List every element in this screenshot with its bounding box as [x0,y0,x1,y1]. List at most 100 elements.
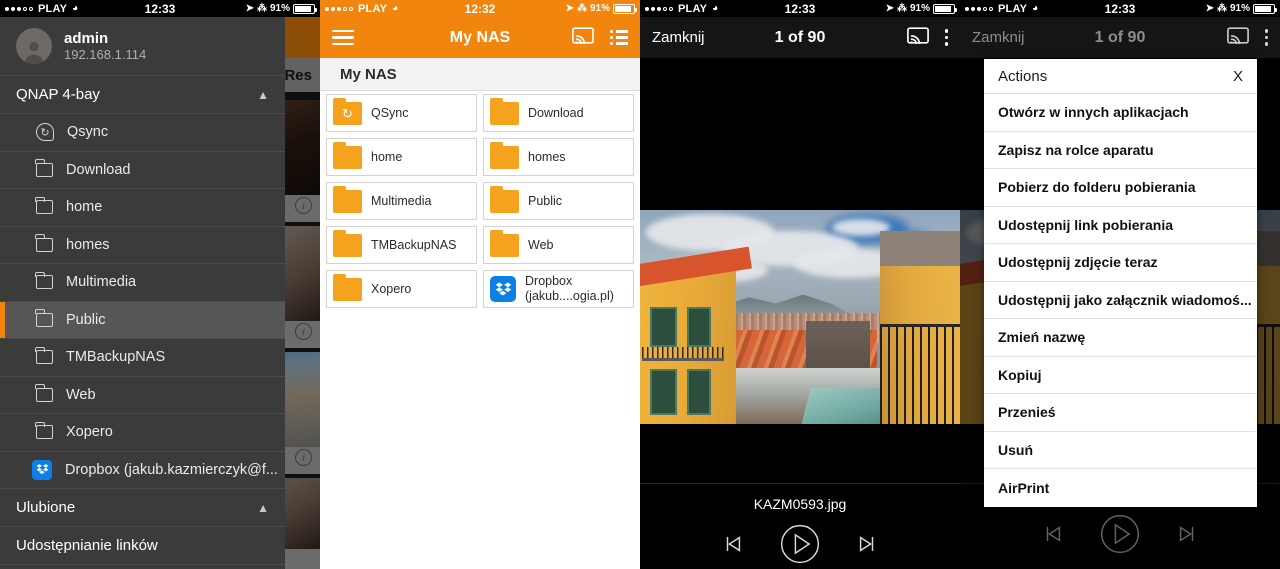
tile-dropbox[interactable]: Dropbox (jakub....ogia.pl) [483,270,634,308]
sidebar-item-label: Multimedia [66,274,137,291]
battery-percent: 91% [909,3,930,14]
tile-home[interactable]: home [326,138,477,176]
sidebar-item-download[interactable]: Download [0,150,285,188]
carrier-label: PLAY [38,2,68,15]
drawer-section-nas[interactable]: QNAP 4-bay ▲ [0,75,285,113]
skip-previous-icon[interactable] [722,533,744,555]
photo-image [640,210,960,424]
sidebar-item-label: Public [66,311,106,328]
sidebar-item-web[interactable]: Web [0,375,285,413]
action-download-to-folder[interactable]: Pobierz do folderu pobierania [984,169,1257,207]
cast-icon[interactable] [906,26,929,49]
action-delete[interactable]: Usuń [984,432,1257,469]
action-rename[interactable]: Zmień nazwę [984,319,1257,357]
status-bar: PLAY ◕ 12:33 ➤ ⁂ 91% [0,0,320,17]
location-icon: ➤ [885,3,894,14]
more-vertical-icon[interactable] [1264,29,1268,46]
folder-sync-icon: ↻ [333,97,362,125]
tile-tmbackupnas[interactable]: TMBackupNAS [326,226,477,264]
signal-dots-icon [325,6,353,11]
tile-download[interactable]: Download [483,94,634,132]
sidebar-item-label: Qsync [67,124,109,141]
panel-actions: Zamknij 1 of 90 Actions X Otwórz w innyc… [960,0,1280,569]
playback-controls [722,522,878,566]
tile-label: Dropbox [525,274,573,289]
window [686,306,712,347]
status-bar: PLAY ◕ 12:32 ➤ ⁂ 91% [320,0,640,17]
action-airprint[interactable]: AirPrint [984,469,1257,507]
drawer-section-favorites[interactable]: Ulubione ▲ [0,488,285,526]
balcony [641,346,724,361]
folder-icon [35,234,53,252]
close-button[interactable]: Zamknij [972,29,1025,46]
tile-label: home [371,149,403,164]
tile-xopero[interactable]: Xopero [326,270,477,308]
wifi-icon: ◕ [392,3,399,14]
breadcrumb: My NAS [320,58,640,91]
status-bar-right: ➤ ⁂ 91% [1206,3,1277,14]
cast-icon[interactable] [1226,26,1249,49]
bluetooth-icon: ⁂ [1216,3,1227,14]
photo-viewer[interactable]: KAZM0593.jpg [640,58,960,569]
user-name: admin [64,29,109,47]
skip-previous-icon[interactable] [1042,523,1064,545]
signal-dots-icon [965,6,993,11]
action-share-as-attachment[interactable]: Udostępnij jako załącznik wiadomoś... [984,282,1257,319]
drawer-user-header[interactable]: admin 192.168.1.114 [0,17,285,75]
tile-homes[interactable]: homes [483,138,634,176]
tile-sublabel: (jakub....ogia.pl) [525,289,614,303]
carrier-label: PLAY [358,2,388,15]
sidebar-item-background-task[interactable]: Zadanie w tle [0,564,285,569]
folder-icon [490,141,519,169]
railing [880,323,960,424]
list-view-icon[interactable] [610,30,628,45]
sidebar-item-dropbox[interactable]: Dropbox (jakub.kazmierczyk@f... [0,450,285,488]
drawer-section-favorites-label: Ulubione [16,499,76,516]
tile-label: Public [528,193,563,208]
sidebar-item-public[interactable]: Public [0,300,285,338]
play-icon[interactable] [778,522,822,566]
tile-multimedia[interactable]: Multimedia [326,182,477,220]
screenshot-root: Res i i i admin 192.168.1.114 QNAP 4-bay… [0,0,1280,569]
status-bar-right: ➤ ⁂ 91% [566,3,637,14]
close-icon[interactable]: X [1233,68,1243,85]
action-open-in-other-apps[interactable]: Otwórz w innych aplikacjach [984,94,1257,132]
sidebar-item-xopero[interactable]: Xopero [0,413,285,451]
action-save-to-camera-roll[interactable]: Zapisz na rolce aparatu [984,132,1257,169]
action-share-download-link[interactable]: Udostępnij link pobierania [984,207,1257,244]
sidebar-item-label: home [66,199,103,216]
sidebar-item-multimedia[interactable]: Multimedia [0,263,285,301]
cast-icon[interactable] [572,26,594,49]
skip-next-icon[interactable] [856,533,878,555]
sidebar-item-label: Web [66,386,96,403]
sidebar-item-label: Udostępnianie linków [16,537,158,554]
sidebar-item-link-sharing[interactable]: Udostępnianie linków [0,526,285,564]
more-vertical-icon[interactable] [944,29,948,46]
folder-icon [490,97,519,125]
sidebar-item-homes[interactable]: homes [0,225,285,263]
carrier-label: PLAY [998,2,1028,15]
carrier-label: PLAY [678,2,708,15]
sidebar-item-qsync[interactable]: ↻ Qsync [0,113,285,151]
hamburger-icon[interactable] [332,29,354,46]
play-icon[interactable] [1098,512,1142,556]
panel-drawer: Res i i i admin 192.168.1.114 QNAP 4-bay… [0,0,320,569]
skip-next-icon[interactable] [1176,523,1198,545]
tile-label: QSync [371,105,409,120]
tile-web[interactable]: Web [483,226,634,264]
action-move[interactable]: Przenieś [984,394,1257,432]
sidebar-item-home[interactable]: home [0,188,285,226]
user-ip: 192.168.1.114 [64,46,147,62]
wifi-icon: ◕ [72,3,79,14]
tile-public[interactable]: Public [483,182,634,220]
folder-icon [35,196,53,215]
tile-qsync[interactable]: ↻ QSync [326,94,477,132]
panel-viewer: Zamknij 1 of 90 KAZM0593.jpg PLAY ◕ 12:3… [640,0,960,569]
status-bar-left: PLAY ◕ [965,3,1038,15]
folder-icon [35,309,53,327]
action-share-photo-now[interactable]: Udostępnij zdjęcie teraz [984,244,1257,282]
sidebar-item-tmbackupnas[interactable]: TMBackupNAS [0,338,285,376]
action-copy[interactable]: Kopiuj [984,357,1257,394]
status-bar-right: ➤ ⁂ 91% [885,3,957,14]
close-button[interactable]: Zamknij [652,29,705,46]
